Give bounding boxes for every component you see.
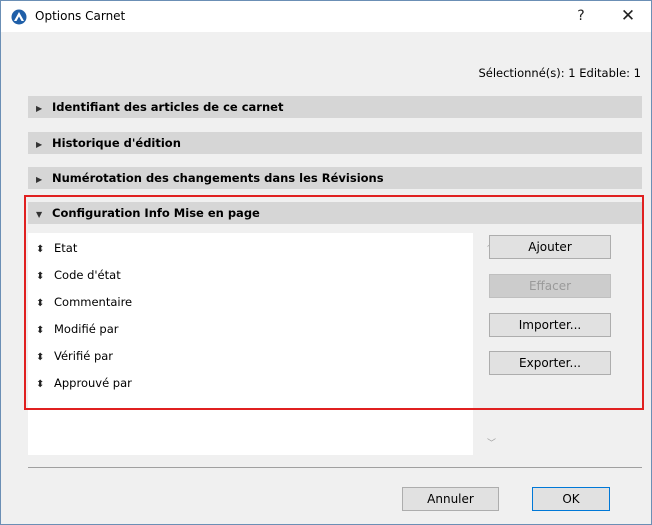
ok-button[interactable]: OK [532,487,610,511]
footer-divider [28,467,642,468]
highlight-frame [24,195,644,410]
scroll-down-icon[interactable]: ﹀ [483,437,500,451]
selection-status: Sélectionné(s): 1 Editable: 1 [478,66,641,80]
expand-arrow-icon: ▶ [36,175,43,184]
section-numerotation[interactable]: ▶ Numérotation des changements dans les R… [28,167,642,189]
section-label: Identifiant des articles de ce carnet [52,100,284,114]
help-button[interactable]: ? [561,1,601,32]
title-bar[interactable]: Options Carnet ? ✕ [1,1,651,32]
section-historique[interactable]: ▶ Historique d'édition [28,132,642,154]
window-title: Options Carnet [35,9,126,23]
cancel-button[interactable]: Annuler [402,487,499,511]
section-label: Numérotation des changements dans les Ré… [52,171,384,185]
expand-arrow-icon: ▶ [36,104,43,113]
expand-arrow-icon: ▶ [36,140,43,149]
options-carnet-dialog: Options Carnet ? ✕ Sélectionné(s): 1 Edi… [0,0,652,525]
close-button[interactable]: ✕ [606,1,650,32]
section-identifiant[interactable]: ▶ Identifiant des articles de ce carnet [28,96,642,118]
archicad-app-icon [11,9,27,25]
section-label: Historique d'édition [52,136,181,150]
